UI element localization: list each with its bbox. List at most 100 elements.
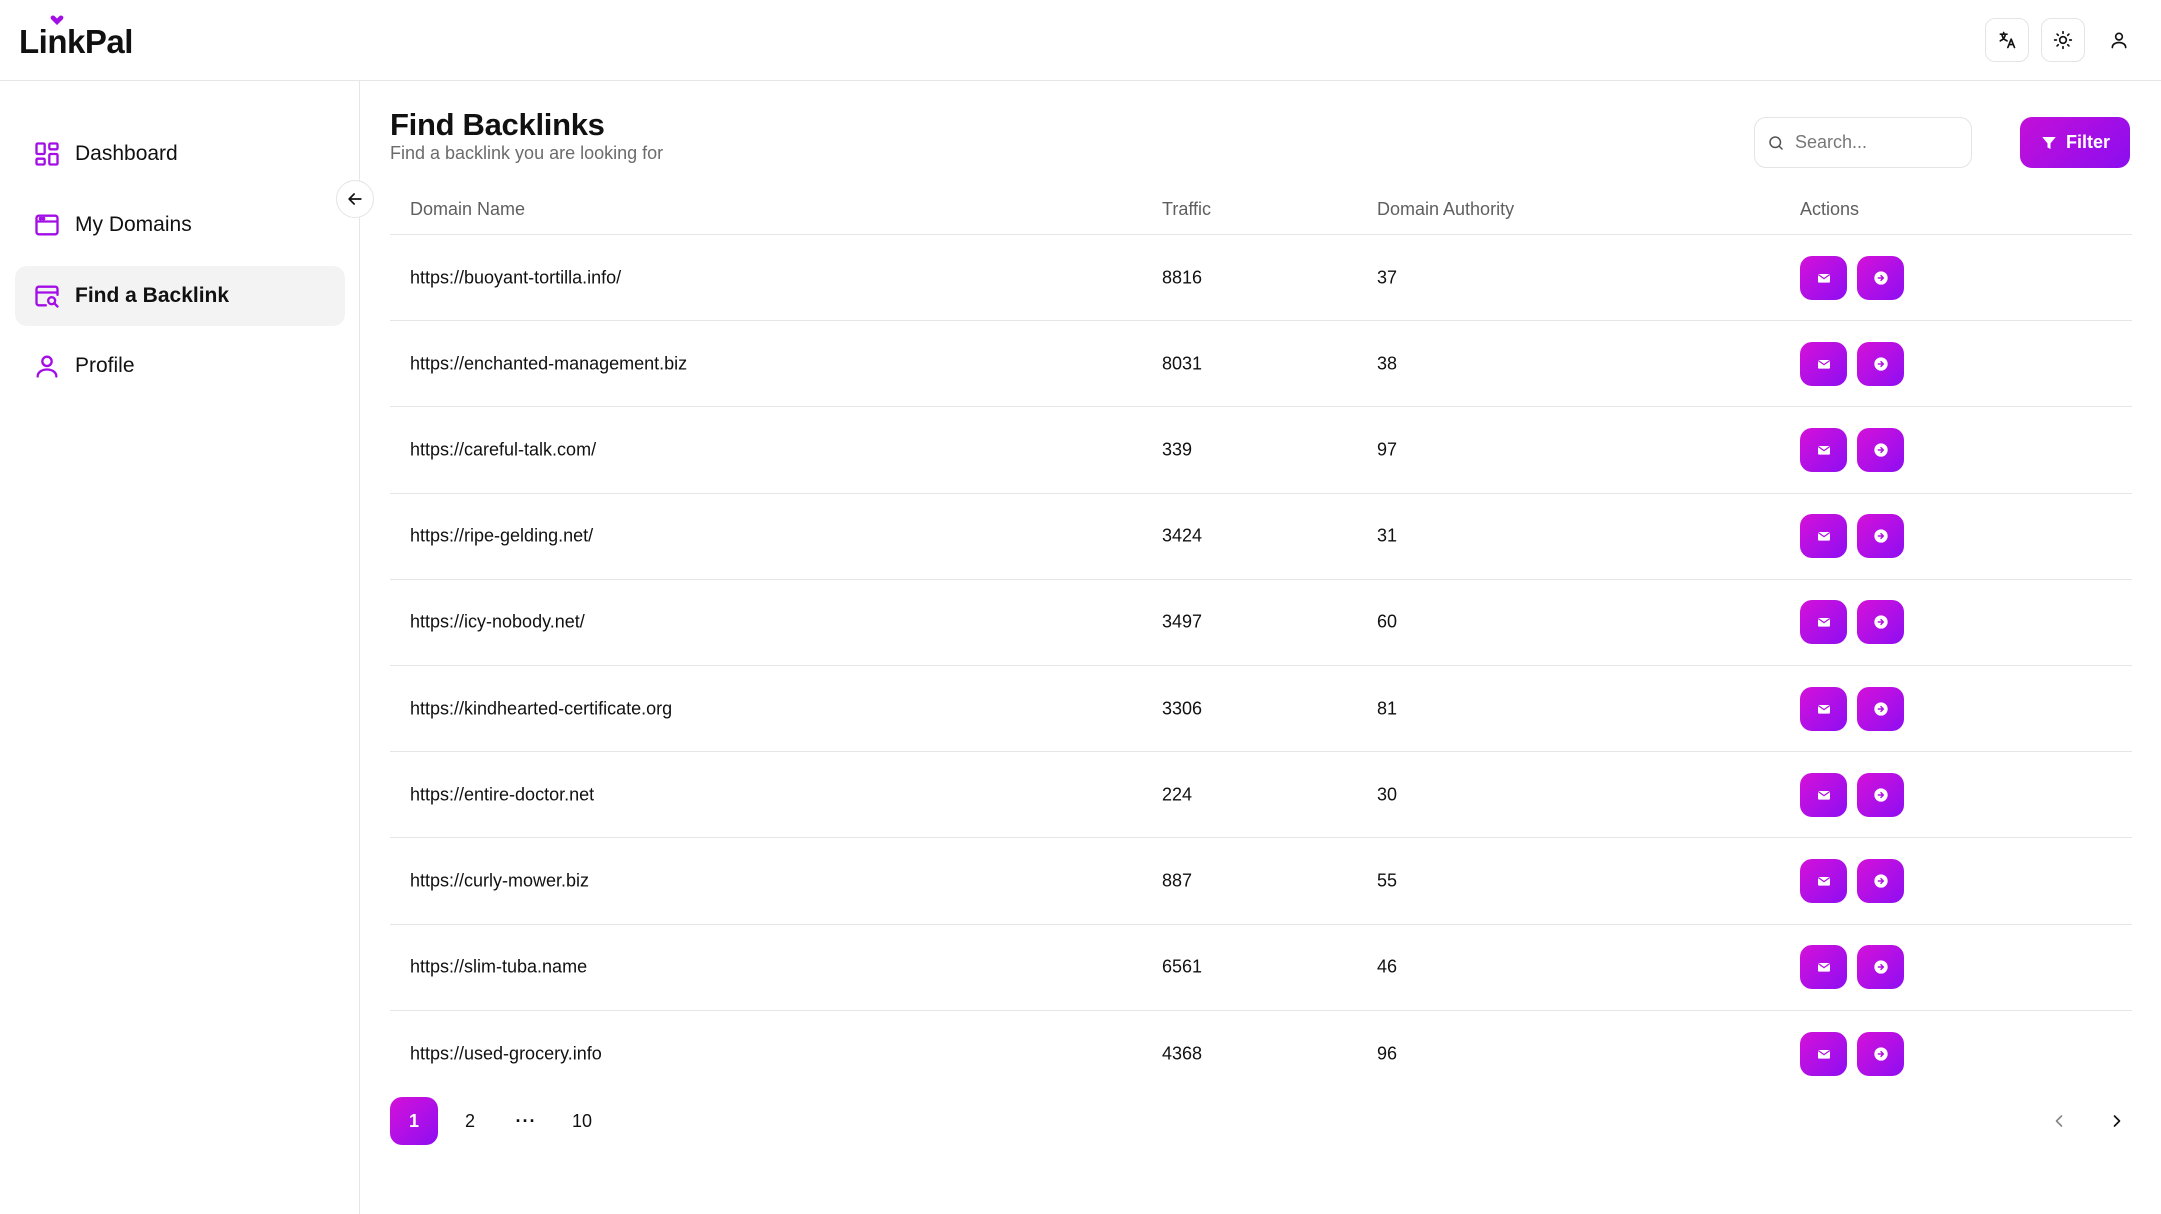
traffic-cell: 8031 (1162, 353, 1203, 374)
email-button[interactable] (1800, 772, 1847, 817)
collapse-sidebar-button[interactable] (336, 180, 374, 218)
sidebar-item-label: My Domains (75, 213, 192, 236)
email-button[interactable] (1800, 514, 1847, 559)
domain-name-cell[interactable]: https://icy-nobody.net/ (410, 612, 585, 633)
domain-name-cell[interactable]: https://careful-talk.com/ (410, 439, 596, 460)
domain-authority-cell: 97 (1377, 439, 1398, 460)
domain-name-cell[interactable]: https://buoyant-tortilla.info/ (410, 267, 621, 288)
column-header-traffic[interactable]: Traffic (1162, 199, 1211, 220)
theme-toggle-button[interactable] (2041, 18, 2085, 62)
traffic-cell: 3306 (1162, 698, 1203, 719)
domain-authority-cell: 96 (1377, 1043, 1398, 1064)
domain-name-cell[interactable]: https://entire-doctor.net (410, 784, 594, 805)
language-button[interactable] (1985, 18, 2029, 62)
row-actions (1800, 945, 1904, 990)
mail-icon (1817, 273, 1830, 283)
filter-button-label: Filter (2065, 132, 2110, 152)
row-actions (1800, 341, 1904, 386)
mail-icon (1817, 790, 1830, 800)
open-details-button[interactable] (1857, 686, 1904, 731)
email-button[interactable] (1800, 427, 1847, 472)
traffic-cell: 6561 (1162, 956, 1203, 977)
domain-authority-cell: 81 (1377, 698, 1398, 719)
traffic-cell: 224 (1162, 784, 1193, 805)
domain-name-cell[interactable]: https://enchanted-management.biz (410, 353, 687, 374)
header-actions (1985, 18, 2141, 62)
open-details-button[interactable] (1857, 514, 1904, 559)
logo-text-mid: n (47, 23, 67, 60)
row-actions (1800, 858, 1904, 903)
search-input[interactable] (1795, 132, 1955, 153)
traffic-cell: 339 (1162, 439, 1193, 460)
mail-icon (1817, 963, 1830, 972)
domain-name-cell[interactable]: https://curly-mower.biz (410, 870, 589, 891)
domain-name-cell[interactable]: https://slim-tuba.name (410, 957, 587, 978)
open-details-button[interactable] (1857, 858, 1904, 903)
heart-icon (50, 15, 64, 25)
open-details-button[interactable] (1857, 945, 1904, 990)
dashboard-icon (35, 142, 59, 166)
page-button-2[interactable]: 2 (446, 1097, 494, 1145)
previous-page-button[interactable] (2035, 1097, 2083, 1145)
email-button[interactable] (1800, 945, 1847, 990)
sidebar: Dashboard My Domains Find a Backlink Pro… (0, 81, 360, 1214)
arrow-circle-right-icon (1873, 874, 1888, 888)
sidebar-item-label: Profile (75, 354, 135, 377)
page-button-10[interactable]: 10 (558, 1097, 606, 1145)
domain-authority-cell: 55 (1377, 870, 1398, 891)
column-header-domain-authority[interactable]: Domain Authority (1377, 199, 1514, 220)
domain-name-cell[interactable]: https://ripe-gelding.net/ (410, 526, 593, 547)
sidebar-item-dashboard[interactable]: Dashboard (15, 124, 345, 184)
open-details-button[interactable] (1857, 341, 1904, 386)
arrow-circle-right-icon (1873, 701, 1888, 716)
domain-name-cell[interactable]: https://kindhearted-certificate.org (410, 698, 672, 719)
sidebar-item-find-backlink[interactable]: Find a Backlink (15, 266, 345, 326)
table-row: https://curly-mower.biz 887 55 (390, 838, 2132, 925)
table-body: https://buoyant-tortilla.info/8816 37 http… (390, 235, 2132, 1097)
email-button[interactable] (1800, 255, 1847, 300)
email-button[interactable] (1800, 341, 1847, 386)
open-details-button[interactable] (1857, 255, 1904, 300)
filter-button[interactable]: Filter (2020, 117, 2130, 168)
account-button[interactable] (2097, 18, 2141, 62)
email-button[interactable] (1800, 858, 1847, 903)
search-box[interactable] (1754, 117, 1972, 168)
page-button-1[interactable]: 1 (390, 1097, 438, 1145)
linkpal-logo[interactable]: Li n kPal (19, 15, 133, 62)
main-content: Find Backlinks Find a backlink you are l… (362, 81, 2161, 1214)
mail-icon (1817, 532, 1830, 541)
next-page-button[interactable] (2093, 1097, 2141, 1145)
open-details-button[interactable] (1857, 772, 1904, 817)
row-actions (1800, 255, 1904, 300)
logo-heart-letter: n (47, 15, 67, 61)
open-details-button[interactable] (1857, 427, 1904, 472)
sidebar-item-profile[interactable]: Profile (15, 336, 345, 396)
open-details-button[interactable] (1857, 1031, 1904, 1076)
traffic-cell: 3424 (1162, 525, 1203, 546)
email-button[interactable] (1800, 1031, 1847, 1076)
email-button[interactable] (1800, 600, 1847, 645)
page-title: Find Backlinks (390, 107, 605, 142)
filter-icon (2042, 136, 2056, 149)
mail-icon (1817, 359, 1830, 369)
row-actions (1800, 686, 1904, 731)
browser-window-icon (35, 214, 59, 236)
translate-icon (1999, 31, 2016, 49)
table-header: Domain Name Traffic Domain Authority Act… (390, 187, 2132, 235)
open-details-button[interactable] (1857, 600, 1904, 645)
column-header-actions: Actions (1800, 199, 1860, 219)
arrow-left-icon (348, 193, 362, 205)
pager-navigation (2035, 1097, 2141, 1145)
email-button[interactable] (1800, 686, 1847, 731)
mail-icon (1817, 1049, 1830, 1059)
row-actions (1800, 772, 1904, 817)
domain-name-cell[interactable]: https://used-grocery.info (410, 1043, 602, 1064)
table-row: https://kindhearted-certificate.org 3306 8… (390, 666, 2132, 753)
sidebar-item-label: Dashboard (75, 142, 178, 165)
sun-icon (2053, 30, 2073, 50)
table-row: https://buoyant-tortilla.info/8816 37 (390, 235, 2132, 322)
column-header-domain[interactable]: Domain Name (410, 199, 525, 220)
logo-text-start: Li (19, 23, 48, 60)
domain-authority-cell: 38 (1377, 353, 1398, 374)
sidebar-item-my-domains[interactable]: My Domains (15, 195, 345, 255)
